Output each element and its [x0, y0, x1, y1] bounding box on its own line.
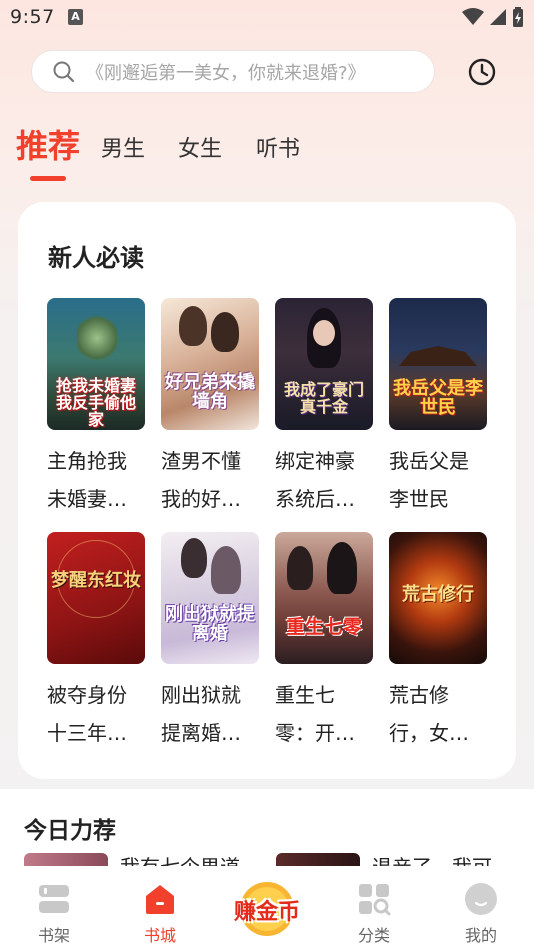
bookshelf-icon	[39, 885, 69, 913]
book-item[interactable]: 重生七零 重生七 零：开…	[275, 532, 373, 752]
battery-icon	[513, 7, 523, 27]
book-item[interactable]: 梦醒东红妆 被夺身份 十三年…	[47, 532, 145, 752]
book-item[interactable]: 我岳父是李世民 我岳父是 李世民	[389, 298, 487, 518]
status-icons	[462, 7, 524, 27]
book-cover: 刚出狱就提离婚	[161, 532, 259, 664]
cover-title: 重生七零	[285, 616, 362, 638]
book-title: 被夺身份 十三年…	[47, 683, 127, 745]
category-icon	[359, 884, 391, 916]
nav-label: 我的	[464, 926, 497, 945]
section-title: 今日力荐	[24, 818, 116, 844]
tab-audiobook[interactable]: 听书	[256, 131, 300, 163]
book-cover: 抢我未婚妻我反手偷他家	[47, 298, 145, 430]
book-cover: 好兄弟来撬墙角	[161, 298, 259, 430]
book-item[interactable]: 抢我未婚妻我反手偷他家 主角抢我 未婚妻…	[47, 298, 145, 518]
earn-coins-label: 赚金币	[233, 900, 300, 925]
cover-title: 刚出狱就提离婚	[165, 604, 255, 644]
section-title: 新人必读	[48, 244, 144, 272]
tab-female[interactable]: 女生	[178, 131, 222, 163]
book-title: 重生七 零：开…	[275, 683, 355, 745]
cover-title: 好兄弟来撬墙角	[165, 372, 255, 412]
book-item[interactable]: 我成了豪门真千金 绑定神豪 系统后…	[275, 298, 373, 518]
active-tab-indicator	[30, 176, 66, 181]
book-cover: 梦醒东红妆	[47, 532, 145, 664]
status-time: 9:57	[10, 6, 55, 28]
search-icon	[53, 61, 75, 82]
book-title: 绑定神豪 系统后…	[275, 449, 355, 511]
cover-title: 荒古修行	[402, 584, 474, 605]
nav-bookshelf[interactable]: 书架	[14, 866, 94, 951]
nav-label: 书架	[37, 926, 70, 945]
cover-title: 抢我未婚妻我反手偷他家	[55, 376, 136, 429]
search-placeholder: 《刚邂逅第一美女，你就来退婚?》	[86, 62, 366, 84]
tab-recommend[interactable]: 推荐	[16, 121, 80, 167]
nav-category[interactable]: 分类	[334, 866, 414, 951]
bookstore-icon	[146, 885, 174, 914]
book-title: 我岳父是 李世民	[389, 449, 469, 511]
wifi-icon	[462, 8, 484, 25]
tab-male[interactable]: 男生	[101, 131, 145, 163]
profile-icon	[465, 883, 497, 915]
cover-title: 我成了豪门真千金	[283, 380, 364, 416]
book-title: 刚出狱就 提离婚…	[161, 683, 241, 745]
search-input[interactable]: 《刚邂逅第一美女，你就来退婚?》	[31, 50, 435, 93]
book-cover: 我成了豪门真千金	[275, 298, 373, 430]
book-item[interactable]: 好兄弟来撬墙角 渣男不懂 我的好…	[161, 298, 259, 518]
notification-icon: A	[68, 9, 83, 25]
book-item[interactable]: 荒古修行 荒古修 行，女…	[389, 532, 487, 752]
nav-label: 分类	[357, 926, 390, 945]
book-cover: 重生七零	[275, 532, 373, 664]
book-title: 荒古修 行，女…	[389, 683, 469, 745]
book-cover: 我岳父是李世民	[389, 298, 487, 430]
nav-profile[interactable]: 我的	[441, 866, 521, 951]
book-cover: 荒古修行	[389, 532, 487, 664]
earn-coins-button[interactable]: 赚金币	[222, 880, 312, 942]
nav-label: 书城	[143, 926, 176, 945]
new-reader-section: 新人必读 抢我未婚妻我反手偷他家 主角抢我 未婚妻… 好兄弟来撬墙角 渣男不懂 我的…	[18, 202, 516, 779]
status-bar: 9:57 A	[0, 0, 534, 36]
cover-title: 梦醒东红妆	[51, 570, 141, 591]
book-item[interactable]: 刚出狱就提离婚 刚出狱就 提离婚…	[161, 532, 259, 752]
history-clock-icon[interactable]	[466, 56, 498, 88]
book-title: 主角抢我 未婚妻…	[47, 449, 127, 511]
cover-title: 我岳父是李世民	[393, 378, 483, 418]
book-title: 渣男不懂 我的好…	[161, 449, 241, 511]
nav-bookstore[interactable]: 书城	[120, 866, 200, 951]
signal-icon	[490, 9, 506, 25]
